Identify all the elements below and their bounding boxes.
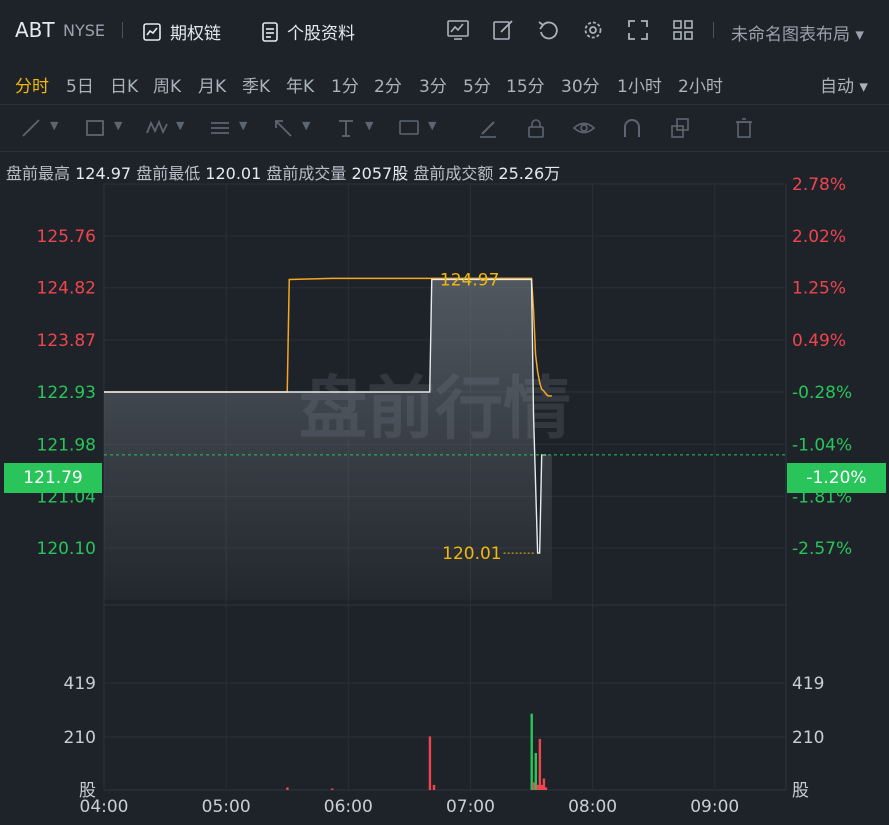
low-marker-label: 120.01 xyxy=(442,544,501,564)
time-axis-label: 07:00 xyxy=(446,797,495,817)
high-marker-label: 124.97 xyxy=(440,270,499,290)
volume-bar xyxy=(530,713,533,790)
volume-axis-label: 股 xyxy=(792,781,809,801)
last-pct-label: -1.20% xyxy=(806,468,867,488)
volume-axis-label: 210 xyxy=(792,728,824,748)
pct-axis-label: -0.28% xyxy=(792,383,852,403)
last-price-tag: 121.79 xyxy=(4,463,102,493)
volume-bar xyxy=(428,736,432,790)
volume-bar xyxy=(331,788,334,790)
price-axis-label: 122.93 xyxy=(37,383,96,403)
pct-axis-label: 0.49% xyxy=(792,331,846,351)
last-price-label: 121.79 xyxy=(23,468,83,488)
price-axis-label: 124.82 xyxy=(37,279,96,299)
price-axis-label: 121.98 xyxy=(37,435,96,455)
volume-axis-label: 210 xyxy=(64,728,96,748)
volume-bar xyxy=(544,787,548,790)
pct-axis-label: 2.78% xyxy=(792,175,846,195)
pct-axis-label: 2.02% xyxy=(792,227,846,247)
time-axis-label: 08:00 xyxy=(568,797,617,817)
price-axis-label: 123.87 xyxy=(37,331,96,351)
price-axis-label: 120.10 xyxy=(37,539,96,559)
volume-bar xyxy=(534,752,537,790)
volume-bar xyxy=(286,787,289,790)
time-axis-label: 05:00 xyxy=(202,797,251,817)
pct-axis-label: -1.04% xyxy=(792,435,852,455)
volume-bar xyxy=(538,738,542,790)
volume-axis-label: 419 xyxy=(792,674,824,694)
volume-axis-label: 419 xyxy=(64,674,96,694)
pct-axis-label: -2.57% xyxy=(792,539,852,559)
time-axis-label: 06:00 xyxy=(324,797,373,817)
time-axis-label: 09:00 xyxy=(690,797,739,817)
price-axis-label: 125.76 xyxy=(37,227,96,247)
last-pct-tag: -1.20% xyxy=(787,463,886,493)
pct-axis-label: 1.25% xyxy=(792,279,846,299)
volume-bar xyxy=(432,784,436,790)
time-axis-label: 04:00 xyxy=(80,797,129,817)
price-chart[interactable]: 盘前行情125.76124.82123.87122.93121.98121.04… xyxy=(0,0,889,825)
